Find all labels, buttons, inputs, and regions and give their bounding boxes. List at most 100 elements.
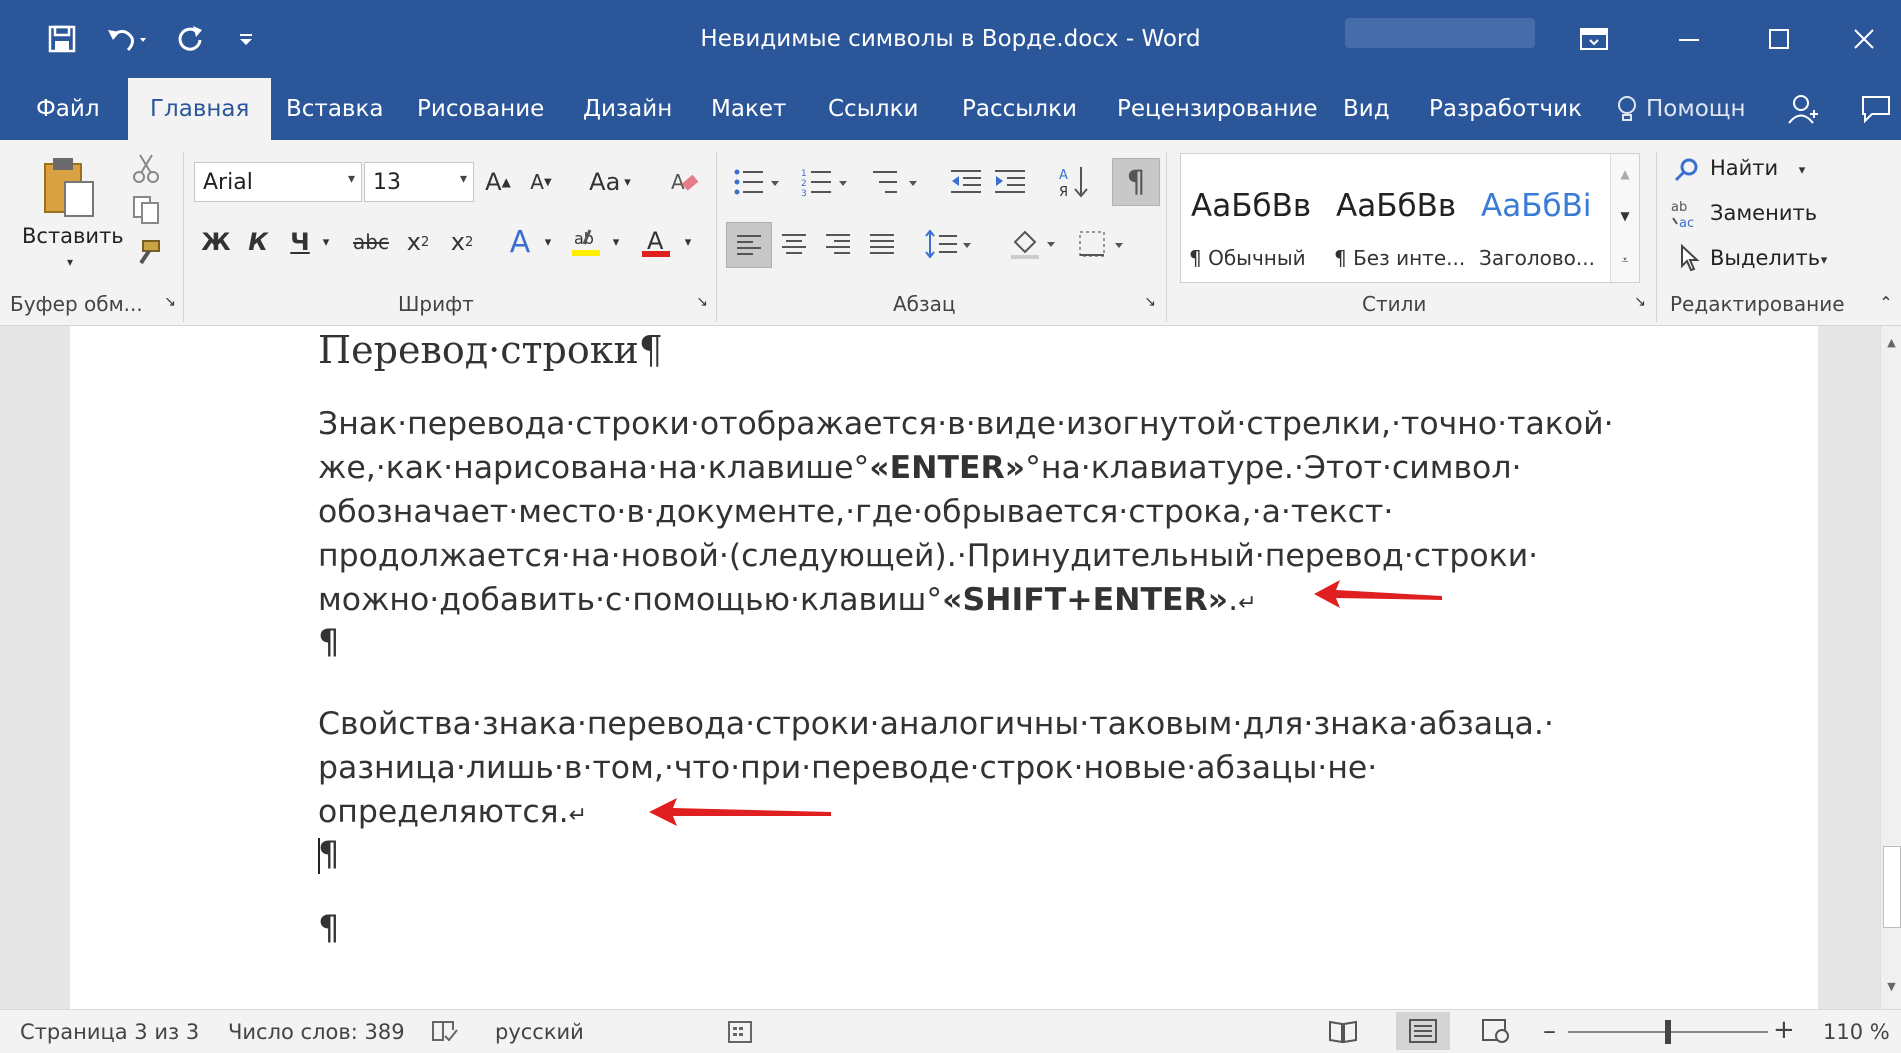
shading-icon[interactable] (1004, 222, 1064, 266)
find-dropdown-icon[interactable]: ▾ (1794, 156, 1810, 184)
scroll-up-icon[interactable]: ▲ (1881, 332, 1901, 352)
zoom-in-button[interactable]: + (1773, 1015, 1795, 1045)
paragraph-launcher-icon[interactable]: ↘ (1140, 290, 1160, 314)
text-effects-dropdown-icon[interactable]: ▾ (540, 222, 556, 262)
pilcrow-3: ¶ (318, 908, 340, 948)
select-dropdown-icon[interactable]: ▾ (1816, 246, 1832, 274)
shrink-font-icon[interactable]: A ▼ (523, 162, 559, 202)
tab-references[interactable]: Ссылки (824, 78, 922, 140)
svg-text:1: 1 (801, 169, 807, 179)
font-name-combo[interactable]: Arial ▾ (194, 162, 362, 202)
editing-group-label: Редактирование (1670, 292, 1845, 316)
scroll-up-icon[interactable]: ▲ (1611, 154, 1639, 194)
increase-indent-icon[interactable] (990, 162, 1030, 202)
change-case-button[interactable]: Aa ▾ (580, 162, 640, 202)
language-label[interactable]: русский (495, 1020, 584, 1044)
superscript-icon[interactable]: x2 (444, 222, 480, 262)
italic-button[interactable]: К (242, 222, 274, 262)
underline-dropdown-icon[interactable]: ▾ (318, 222, 334, 262)
paste-dropdown-icon[interactable]: ▾ (60, 252, 80, 272)
tab-draw[interactable]: Рисование (413, 78, 548, 140)
text-cursor (318, 838, 320, 874)
align-left-icon[interactable] (726, 222, 772, 268)
multilevel-list-icon[interactable] (866, 162, 926, 202)
justify-icon[interactable] (862, 222, 902, 266)
macro-recording-icon[interactable] (724, 1016, 758, 1046)
tab-review[interactable]: Рецензирование (1113, 78, 1322, 140)
style-heading[interactable]: АаБбВі Заголово... (1471, 154, 1609, 282)
underline-button[interactable]: Ч (284, 222, 316, 262)
collapse-ribbon-icon[interactable]: ⌃ (1874, 290, 1898, 314)
zoom-slider-thumb[interactable] (1665, 1020, 1671, 1044)
style-sample: АаБбВв (1191, 188, 1312, 224)
tab-insert[interactable]: Вставка (282, 78, 387, 140)
replace-button[interactable]: Заменить (1710, 201, 1817, 225)
zoom-out-button[interactable]: – (1543, 1016, 1556, 1046)
close-icon[interactable] (1826, 0, 1901, 78)
clipboard-launcher-icon[interactable]: ↘ (160, 290, 180, 314)
numbering-icon[interactable]: 123 (796, 162, 856, 202)
find-button[interactable]: Найти (1710, 156, 1778, 180)
svg-text:3: 3 (801, 189, 807, 197)
style-no-spacing[interactable]: АаБбВв ¶ Без инте... (1326, 154, 1471, 282)
format-painter-icon[interactable] (128, 236, 164, 272)
tab-developer[interactable]: Разработчик (1425, 78, 1586, 140)
tab-home[interactable]: Главная (128, 78, 272, 140)
tab-view[interactable]: Вид (1339, 78, 1394, 140)
page-count[interactable]: Страница 3 из 3 (20, 1020, 199, 1044)
font-launcher-icon[interactable]: ↘ (692, 290, 712, 314)
select-button[interactable]: Выделить (1710, 246, 1820, 270)
tab-layout[interactable]: Макет (707, 78, 790, 140)
scroll-down-icon[interactable]: ▼ (1611, 196, 1639, 236)
tab-design[interactable]: Дизайн (579, 78, 676, 140)
strikethrough-button[interactable]: abc (348, 222, 394, 262)
font-color-dropdown-icon[interactable]: ▾ (680, 222, 696, 262)
web-layout-icon[interactable] (1478, 1016, 1514, 1046)
show-formatting-marks-button[interactable]: ¶ (1112, 158, 1160, 206)
highlight-icon[interactable]: ab (566, 222, 606, 262)
bold-key-enter: «ENTER» (869, 450, 1026, 486)
subscript-icon[interactable]: x2 (400, 222, 436, 262)
decrease-indent-icon[interactable] (946, 162, 986, 202)
ribbon-display-icon[interactable] (1550, 0, 1638, 78)
font-size-combo[interactable]: 13 ▾ (364, 162, 474, 202)
cut-icon[interactable] (128, 150, 164, 186)
print-layout-icon[interactable] (1396, 1012, 1450, 1050)
more-styles-icon[interactable]: ⩡ (1611, 240, 1639, 280)
proofing-icon[interactable] (430, 1016, 460, 1046)
grow-font-icon[interactable]: A ▲ (480, 162, 516, 202)
word-count[interactable]: Число слов: 389 (228, 1020, 405, 1044)
align-center-icon[interactable] (774, 222, 814, 266)
text-effects-icon[interactable]: A (500, 222, 540, 262)
font-color-icon[interactable]: A (636, 222, 676, 262)
scrollbar-thumb[interactable] (1883, 846, 1901, 928)
style-normal[interactable]: АаБбВв ¶ Обычный (1181, 154, 1326, 282)
styles-launcher-icon[interactable]: ↘ (1630, 290, 1650, 314)
zoom-level[interactable]: 110 % (1823, 1020, 1890, 1044)
highlight-dropdown-icon[interactable]: ▾ (608, 222, 624, 262)
maximize-icon[interactable] (1735, 0, 1823, 78)
clear-formatting-icon[interactable]: A (664, 162, 704, 202)
scroll-down-icon[interactable]: ▼ (1881, 976, 1901, 996)
read-mode-icon[interactable] (1325, 1016, 1361, 1046)
share-icon[interactable] (1782, 78, 1824, 140)
style-sample: АаБбВі (1481, 188, 1592, 224)
paste-label[interactable]: Вставить (22, 224, 124, 248)
svg-text:A: A (647, 227, 664, 255)
copy-icon[interactable] (128, 192, 164, 228)
tab-file[interactable]: Файл (32, 78, 104, 140)
para2-line2: разница·лишь·в·том,·что·при·переводе·стр… (318, 750, 1378, 786)
paste-icon[interactable] (38, 152, 98, 222)
sort-icon[interactable]: АЯ (1054, 162, 1094, 202)
styles-group-label: Стили (1362, 292, 1427, 316)
minimize-icon[interactable] (1645, 0, 1733, 78)
tab-mailings[interactable]: Рассылки (958, 78, 1081, 140)
borders-icon[interactable] (1072, 222, 1132, 266)
comments-icon[interactable] (1856, 78, 1896, 140)
vertical-scrollbar[interactable]: ▲ ▼ (1880, 326, 1901, 1009)
bullets-icon[interactable] (728, 162, 788, 202)
help-search[interactable]: Помощн (1612, 78, 1750, 140)
align-right-icon[interactable] (818, 222, 858, 266)
line-spacing-icon[interactable] (920, 222, 980, 266)
bold-button[interactable]: Ж (200, 222, 232, 262)
